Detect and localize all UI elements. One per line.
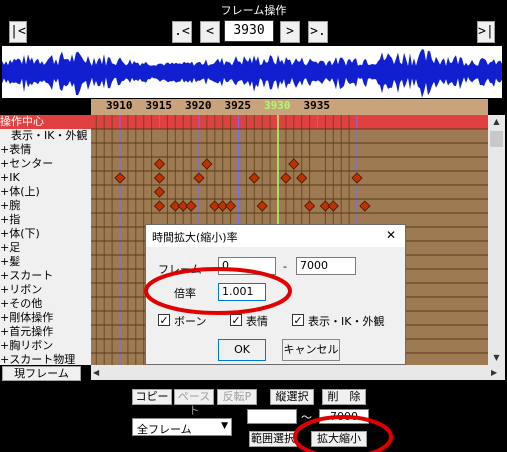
bone-checkbox[interactable]: ✓ [158, 314, 170, 326]
keyframe-diamond [114, 172, 126, 184]
frame-from-input[interactable]: 0 [218, 257, 276, 275]
scale-input[interactable]: 1.001 [218, 283, 266, 301]
ruler-tick-label: 3925 [224, 99, 252, 112]
keyframe-diamond [153, 200, 166, 212]
paste-button[interactable]: ペースト [174, 389, 214, 417]
copy-button[interactable]: コピー [132, 389, 172, 405]
next-keyframe-button[interactable]: >. [308, 21, 328, 43]
keyframe-diamond [351, 172, 363, 184]
next-frame-button[interactable]: > [280, 21, 300, 43]
track-label[interactable]: +体(上) [0, 185, 91, 199]
window-title: フレーム操作 [220, 4, 287, 17]
bone-label: ボーン [174, 315, 207, 328]
keyframe-diamond [153, 186, 166, 198]
track-label[interactable]: +剛体操作 [0, 311, 91, 325]
track-label[interactable]: +リボン [0, 283, 91, 297]
range-dropdown-value: 全フレーム [137, 423, 192, 436]
keyframe-diamond [296, 172, 308, 184]
ruler-tick-label: 3910 [106, 99, 133, 112]
track-label[interactable]: +センター [0, 157, 91, 171]
scroll-up-arrow[interactable]: ▲ [488, 115, 505, 129]
track-label[interactable]: +首元操作 [0, 325, 91, 339]
ruler-tick-label: 3930 [264, 99, 291, 112]
track-label[interactable]: +その他 [0, 297, 91, 311]
scroll-right-arrow[interactable]: ▶ [491, 365, 503, 380]
cancel-button[interactable]: キャンセル [282, 339, 340, 361]
track-label[interactable]: +体(下) [0, 227, 91, 241]
track-label[interactable]: +表情 [0, 143, 91, 157]
ok-button[interactable]: OK [218, 339, 266, 361]
dialog-titlebar: 時間拡大(縮小)率 ✕ [146, 225, 405, 247]
chevron-down-icon: ▼ [221, 421, 228, 431]
track-label[interactable]: +胸リボン [0, 339, 91, 353]
track-label[interactable]: +腕 [0, 199, 91, 213]
scale-button[interactable]: 拡大縮小 [311, 431, 367, 447]
keyframe-diamond [359, 200, 371, 212]
range-select-button[interactable]: 範囲選択 [249, 431, 297, 447]
frame-to-input[interactable]: 7000 [296, 257, 356, 275]
keyframe-diamond [304, 200, 316, 212]
range-from-input[interactable] [247, 409, 297, 424]
frame-range-separator: - [283, 260, 287, 273]
keyframe-diamond [201, 158, 213, 170]
track-label[interactable]: 操作中心 [0, 115, 91, 129]
frame-number-input[interactable]: 3930 [224, 20, 274, 42]
keyframe-diamond [225, 200, 237, 212]
keyframe-diamond [288, 158, 300, 170]
range-separator: ～ [301, 411, 312, 424]
keyframe-diamond [193, 172, 205, 184]
track-row-highlight [91, 115, 488, 129]
horizontal-scrollbar[interactable]: ◀ ▶ [91, 365, 505, 380]
prev-frame-button[interactable]: < [200, 21, 220, 43]
first-frame-button[interactable]: |< [9, 21, 27, 43]
reverse-paste-button[interactable]: 反転P [217, 389, 257, 405]
face-checkbox[interactable]: ✓ [230, 314, 242, 326]
keyframe-diamond [327, 200, 339, 212]
track-label[interactable]: +スカート [0, 269, 91, 283]
audio-waveform [2, 46, 502, 98]
track-label[interactable]: +IK [0, 171, 91, 185]
ruler-tick-label: 3915 [145, 99, 173, 112]
track-label[interactable]: +髪 [0, 255, 91, 269]
frame-label: フレーム [158, 263, 202, 276]
keyframe-diamond [153, 172, 166, 184]
keyframe-diamond [280, 172, 292, 184]
bone-group-list: 操作中心 表示・IK・外観 +表情 +センター +IK +体(上) +腕 +指 +体(下) +足… [0, 115, 91, 367]
keyframe-diamond [248, 172, 260, 184]
last-frame-button[interactable]: >| [477, 21, 495, 43]
track-label[interactable]: +指 [0, 213, 91, 227]
track-label[interactable]: +足 [0, 241, 91, 255]
prev-keyframe-button[interactable]: .< [172, 21, 192, 43]
track-label[interactable]: 表示・IK・外観 [0, 129, 91, 143]
vertical-select-button[interactable]: 縦選択 [270, 389, 314, 405]
display-label: 表示・IK・外観 [308, 315, 385, 328]
face-label: 表情 [246, 315, 268, 328]
track-label[interactable]: +スカート物理 [0, 353, 91, 367]
frame-ruler[interactable]: 3910 3915 3920 3925 3930 3935 [91, 99, 488, 115]
scale-dialog: 時間拡大(縮小)率 ✕ フレーム 0 - 7000 倍率 1.001 ✓ ボーン… [145, 224, 406, 365]
close-icon[interactable]: ✕ [386, 228, 396, 242]
range-to-input[interactable]: 7000 [319, 409, 369, 424]
scroll-down-arrow[interactable]: ▼ [488, 351, 505, 365]
scale-label: 倍率 [174, 287, 196, 300]
scroll-left-arrow[interactable]: ◀ [93, 365, 105, 380]
vertical-scrollbar[interactable]: ▲ ▼ [488, 115, 505, 365]
dialog-title: 時間拡大(縮小)率 [152, 231, 238, 244]
ruler-tick-label: 3935 [303, 99, 331, 112]
keyframe-diamond [185, 200, 197, 212]
scroll-thumb[interactable] [490, 131, 503, 147]
ruler-tick-label: 3920 [185, 99, 212, 112]
keyframe-diamond [153, 158, 166, 170]
range-dropdown[interactable]: 全フレーム ▼ [132, 418, 232, 436]
display-checkbox[interactable]: ✓ [292, 314, 304, 326]
current-frame-button[interactable]: 現フレーム [2, 366, 81, 381]
delete-button[interactable]: 削 除 [322, 389, 366, 405]
keyframe-diamond [256, 200, 268, 212]
